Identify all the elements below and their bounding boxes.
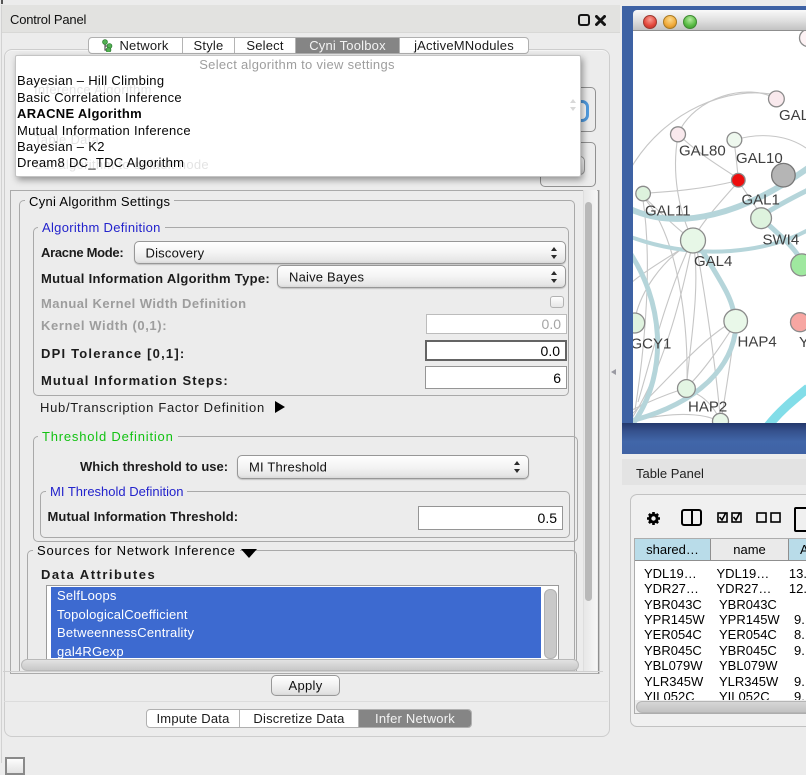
- svg-text:HAP4: HAP4: [738, 334, 777, 351]
- svg-text:GAL10: GAL10: [736, 150, 783, 167]
- svg-text:GAL1: GAL1: [742, 192, 780, 209]
- svg-text:GAL4: GAL4: [694, 253, 732, 270]
- svg-text:HAP2: HAP2: [688, 399, 727, 416]
- svg-text:GAL80: GAL80: [679, 143, 726, 160]
- svg-text:GAL11: GAL11: [645, 203, 691, 220]
- svg-text:SWI4: SWI4: [763, 232, 800, 249]
- svg-text:GAL2: GAL2: [779, 107, 806, 124]
- svg-text:YL: YL: [799, 334, 806, 351]
- svg-text:GCY1: GCY1: [633, 336, 671, 353]
